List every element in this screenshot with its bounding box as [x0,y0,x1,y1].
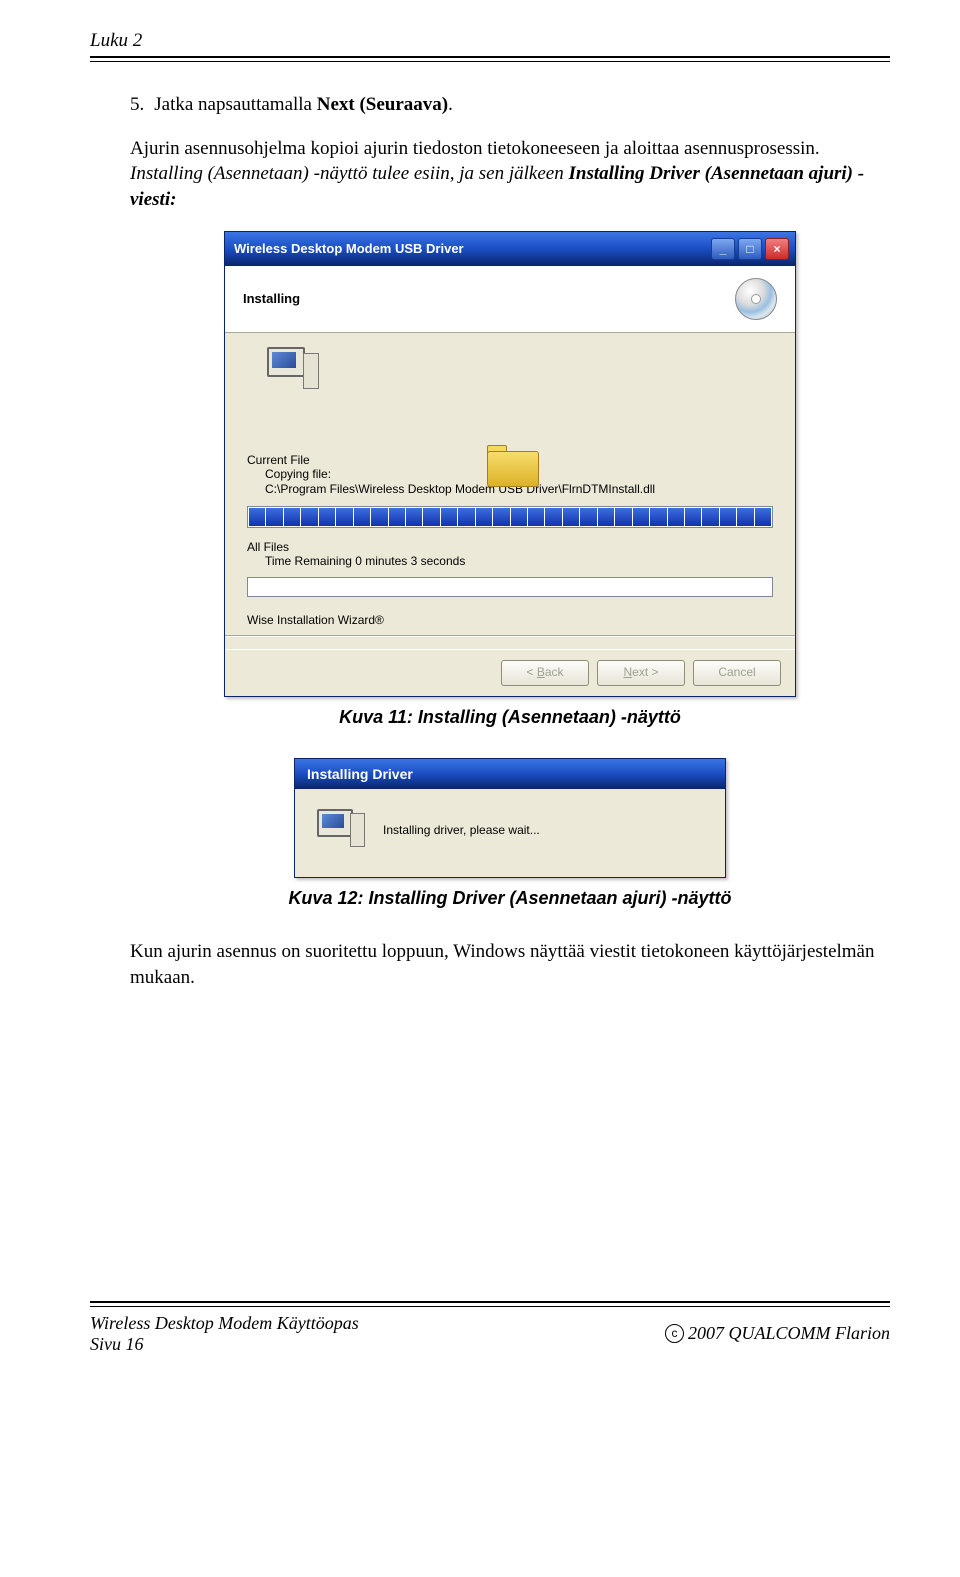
installing-message: Installing driver, please wait... [383,823,540,837]
divider [225,635,795,637]
computer-icon [317,809,365,851]
footer-rule [90,1301,890,1307]
para1-plain: Ajurin asennusohjelma kopioi ajurin tied… [130,138,820,159]
wizard-brand: Wise Installation Wizard® [247,613,773,627]
footer-page-number: Sivu 16 [90,1334,359,1355]
dialog-title: Wireless Desktop Modem USB Driver [231,241,708,256]
copyright-icon: c [665,1324,684,1343]
progress-bar-current [247,506,773,528]
cd-icon [729,276,779,322]
dialog-header: Installing [225,266,795,333]
para1-ital-a: Installing (Asennetaan) -näyttö tulee es… [130,163,568,184]
all-files-label: All Files [247,540,773,554]
installing-driver-dialog: Installing Driver Installing driver, ple… [294,758,726,878]
close-button[interactable]: × [765,238,789,260]
figure-12-caption: Kuva 12: Installing Driver (Asennetaan a… [130,888,890,909]
paragraph-1: Ajurin asennusohjelma kopioi ajurin tied… [130,136,890,213]
time-remaining: Time Remaining 0 minutes 3 seconds [265,554,773,570]
footer-copyright: 2007 QUALCOMM Flarion [688,1323,890,1344]
paragraph-2: Kun ajurin asennus on suoritettu loppuun… [130,939,890,990]
chapter-header: Luku 2 [90,30,890,52]
maximize-button[interactable]: □ [738,238,762,260]
titlebar: Wireless Desktop Modem USB Driver _ □ × [225,232,795,266]
folder-icon [487,445,543,489]
installer-dialog: Wireless Desktop Modem USB Driver _ □ × … [224,231,796,698]
step-5-text: 5. Jatka napsauttamalla Next (Seuraava). [130,92,890,118]
figure-11-caption: Kuva 11: Installing (Asennetaan) -näyttö [130,707,890,728]
footer-doc-title: Wireless Desktop Modem Käyttöopas [90,1313,359,1334]
step-number: 5. [130,92,144,118]
minimize-button[interactable]: _ [711,238,735,260]
step-text-b: Next (Seuraava) [317,94,448,115]
page-footer: Wireless Desktop Modem Käyttöopas Sivu 1… [90,1301,890,1355]
computer-icon [267,347,319,395]
step-text-a: Jatka napsauttamalla [154,94,317,115]
progress-bar-all [247,577,773,597]
header-rule [90,56,890,62]
cancel-button[interactable]: Cancel [693,660,781,686]
step-text-c: . [448,94,453,115]
dialog2-title: Installing Driver [295,759,725,789]
dialog-heading: Installing [243,291,729,306]
back-button[interactable]: < Back [501,660,589,686]
next-button[interactable]: Next > [597,660,685,686]
